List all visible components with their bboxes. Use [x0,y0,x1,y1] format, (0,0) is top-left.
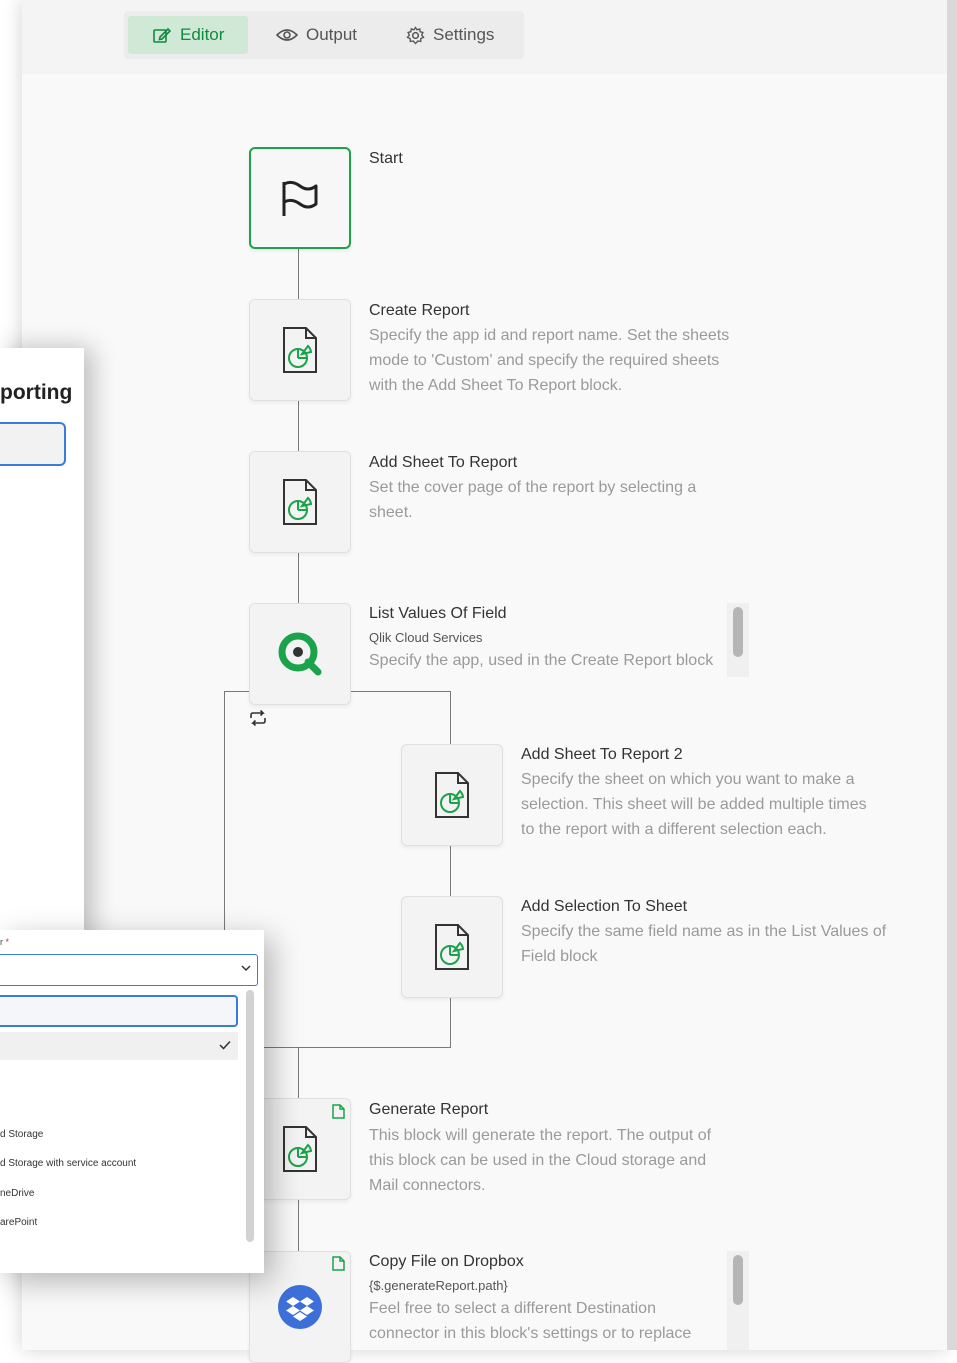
block-title: Add Selection To Sheet [521,898,688,915]
block-description: Specify the app id and report name. Set … [369,327,730,344]
report-icon [435,924,469,970]
loop-line-down [450,691,451,744]
add-sheet-block[interactable] [249,451,351,553]
dropdown-option[interactable]: d Storage with service account [0,1158,136,1169]
block-description: connector in this block's settings or to… [369,1325,692,1342]
scrollbar-handle[interactable] [733,1255,743,1305]
file-output-icon [332,1104,345,1119]
field-label: r * [0,937,10,947]
file-output-icon [332,1256,345,1271]
loop-line-return [450,996,451,1048]
start-block[interactable] [249,147,351,249]
connector-line [298,552,299,604]
block-title: Start [369,150,403,167]
tab-settings-label: Settings [433,25,495,44]
connector-select[interactable] [0,954,258,986]
scrollbar-handle[interactable] [733,607,743,657]
block-description: Specify the app, used in the Create Repo… [369,652,714,669]
required-mark: * [5,937,10,947]
block-title: Generate Report [369,1101,489,1118]
dropdown-search-input[interactable] [0,995,238,1027]
connector-line [450,844,451,896]
dropdown-option[interactable]: d Storage [0,1129,43,1140]
block-description: selection. This sheet will be added mult… [521,796,867,813]
block-description: Specify the sheet on which you want to m… [521,771,855,788]
block-description: with the Add Sheet To Report block. [369,377,623,394]
chevron-down-icon[interactable] [241,964,251,972]
block-description: Field block [521,948,598,965]
tab-output[interactable]: Output [276,16,357,54]
block-subtitle: {$.generateReport.path} [369,1278,508,1293]
block-description: mode to 'Custom' and specify the require… [369,352,720,369]
list-values-block[interactable] [249,603,351,705]
connector-line [298,1200,299,1252]
tab-editor[interactable]: Editor [128,16,249,54]
block-description: to the report with a different selection… [521,821,827,838]
gear-icon [406,25,425,45]
create-report-block[interactable] [249,299,351,401]
report-icon [283,1126,317,1172]
dropdown-selected-option[interactable] [0,1032,238,1060]
connector-line [298,248,299,300]
block-title: Copy File on Dropbox [369,1253,524,1270]
block-description: sheet. [369,504,413,521]
block-title: List Values Of Field [369,605,507,622]
dropdown-option[interactable]: arePoint [0,1217,37,1228]
report-icon [435,772,469,818]
dropdown-scrollbar[interactable] [246,990,254,1242]
block-title: Create Report [369,302,470,319]
qlik-logo-icon [278,632,322,676]
add-selection-block[interactable] [401,896,503,998]
window-edge [947,0,957,1350]
flag-icon [282,180,318,216]
block-description: Mail connectors. [369,1177,486,1194]
edit-icon [153,27,172,43]
block-subtitle: Qlik Cloud Services [369,630,483,645]
loop-line-top-right [350,691,451,692]
connector-line [298,400,299,452]
block-description: Specify the same field name as in the Li… [521,923,887,940]
block-title: Add Sheet To Report 2 [521,746,683,763]
tab-editor-label: Editor [180,25,225,44]
tab-settings[interactable]: Settings [406,16,494,54]
block-description: Set the cover page of the report by sele… [369,479,697,496]
block-description: This block will generate the report. The… [369,1127,712,1144]
loop-line-top-left [224,691,250,692]
check-icon [219,1040,231,1050]
report-icon [283,327,317,373]
block-description: this block can be used in the Cloud stor… [369,1152,707,1169]
connector-line [298,1048,299,1098]
add-sheet-2-block[interactable] [401,744,503,846]
report-icon [283,479,317,525]
dropdown-option[interactable]: neDrive [0,1188,34,1199]
block-title: Add Sheet To Report [369,454,518,471]
overlay-panel-title: porting [0,381,73,404]
view-tabs: Editor Output Settings [124,11,524,59]
eye-icon [276,29,298,41]
block-description: Feel free to select a different Destinat… [369,1300,656,1317]
loop-icon [250,709,266,727]
tab-output-label: Output [306,25,358,44]
dropbox-icon [278,1285,322,1329]
overlay-panel-input[interactable] [0,422,66,466]
